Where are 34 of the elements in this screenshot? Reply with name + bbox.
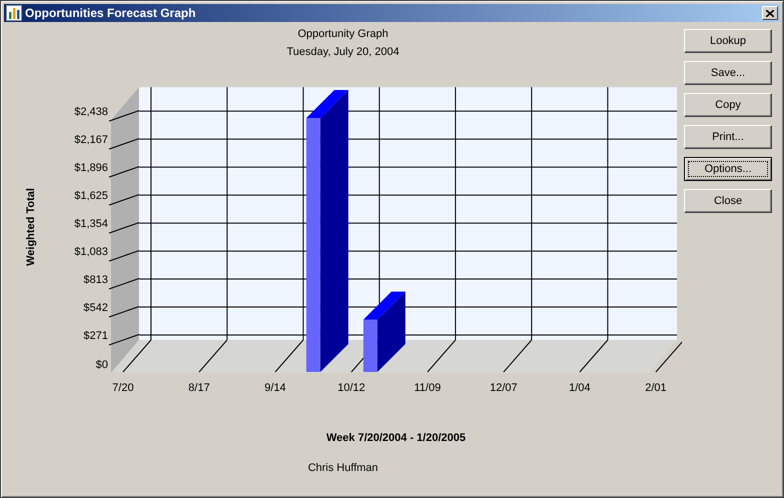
- y-axis-label: $813: [84, 274, 108, 286]
- dialog-button[interactable]: Lookup: [684, 29, 772, 53]
- y-axis-label: $271: [84, 330, 108, 342]
- chart-subtitle: Tuesday, July 20, 2004: [286, 46, 400, 58]
- y-axis-label: $1,354: [74, 218, 108, 230]
- y-axis-label: $0: [96, 359, 108, 371]
- x-axis-label: 8/17: [188, 382, 210, 394]
- y-axis-title: Weighted Total: [25, 188, 37, 266]
- x-axis-label: 12/07: [490, 382, 518, 394]
- x-axis-label: 2/01: [645, 382, 667, 394]
- dialog-button[interactable]: Print...: [684, 125, 772, 149]
- close-button[interactable]: [762, 6, 778, 20]
- y-axis-label: $1,896: [74, 162, 108, 174]
- x-axis-label: 10/12: [338, 382, 366, 394]
- y-axis-label: $2,438: [74, 106, 108, 118]
- y-axis-label: $1,083: [74, 246, 108, 258]
- chart-title: Opportunity Graph: [298, 28, 388, 40]
- close-icon: [766, 10, 774, 16]
- y-axis-label: $1,625: [74, 190, 108, 202]
- x-axis-label: 7/20: [112, 382, 134, 394]
- window-title: Opportunities Forecast Graph: [25, 6, 197, 20]
- y-axis-label: $542: [84, 302, 108, 314]
- bar: [363, 320, 378, 372]
- bar-chart-icon: [6, 5, 22, 21]
- x-axis-label: 11/09: [414, 382, 441, 394]
- x-axis-title: Week 7/20/2004 - 1/20/2005: [326, 432, 466, 444]
- dialog-button[interactable]: Copy: [684, 93, 772, 117]
- x-axis-label: 9/14: [264, 382, 286, 394]
- y-axis-label: $2,167: [74, 134, 108, 146]
- x-axis-label: 1/04: [569, 382, 590, 394]
- chart-footer: Chris Huffman: [308, 462, 378, 474]
- dialog-button[interactable]: Close: [684, 189, 772, 213]
- dialog-button[interactable]: Save...: [684, 61, 772, 85]
- dialog-button[interactable]: Options...: [684, 157, 772, 181]
